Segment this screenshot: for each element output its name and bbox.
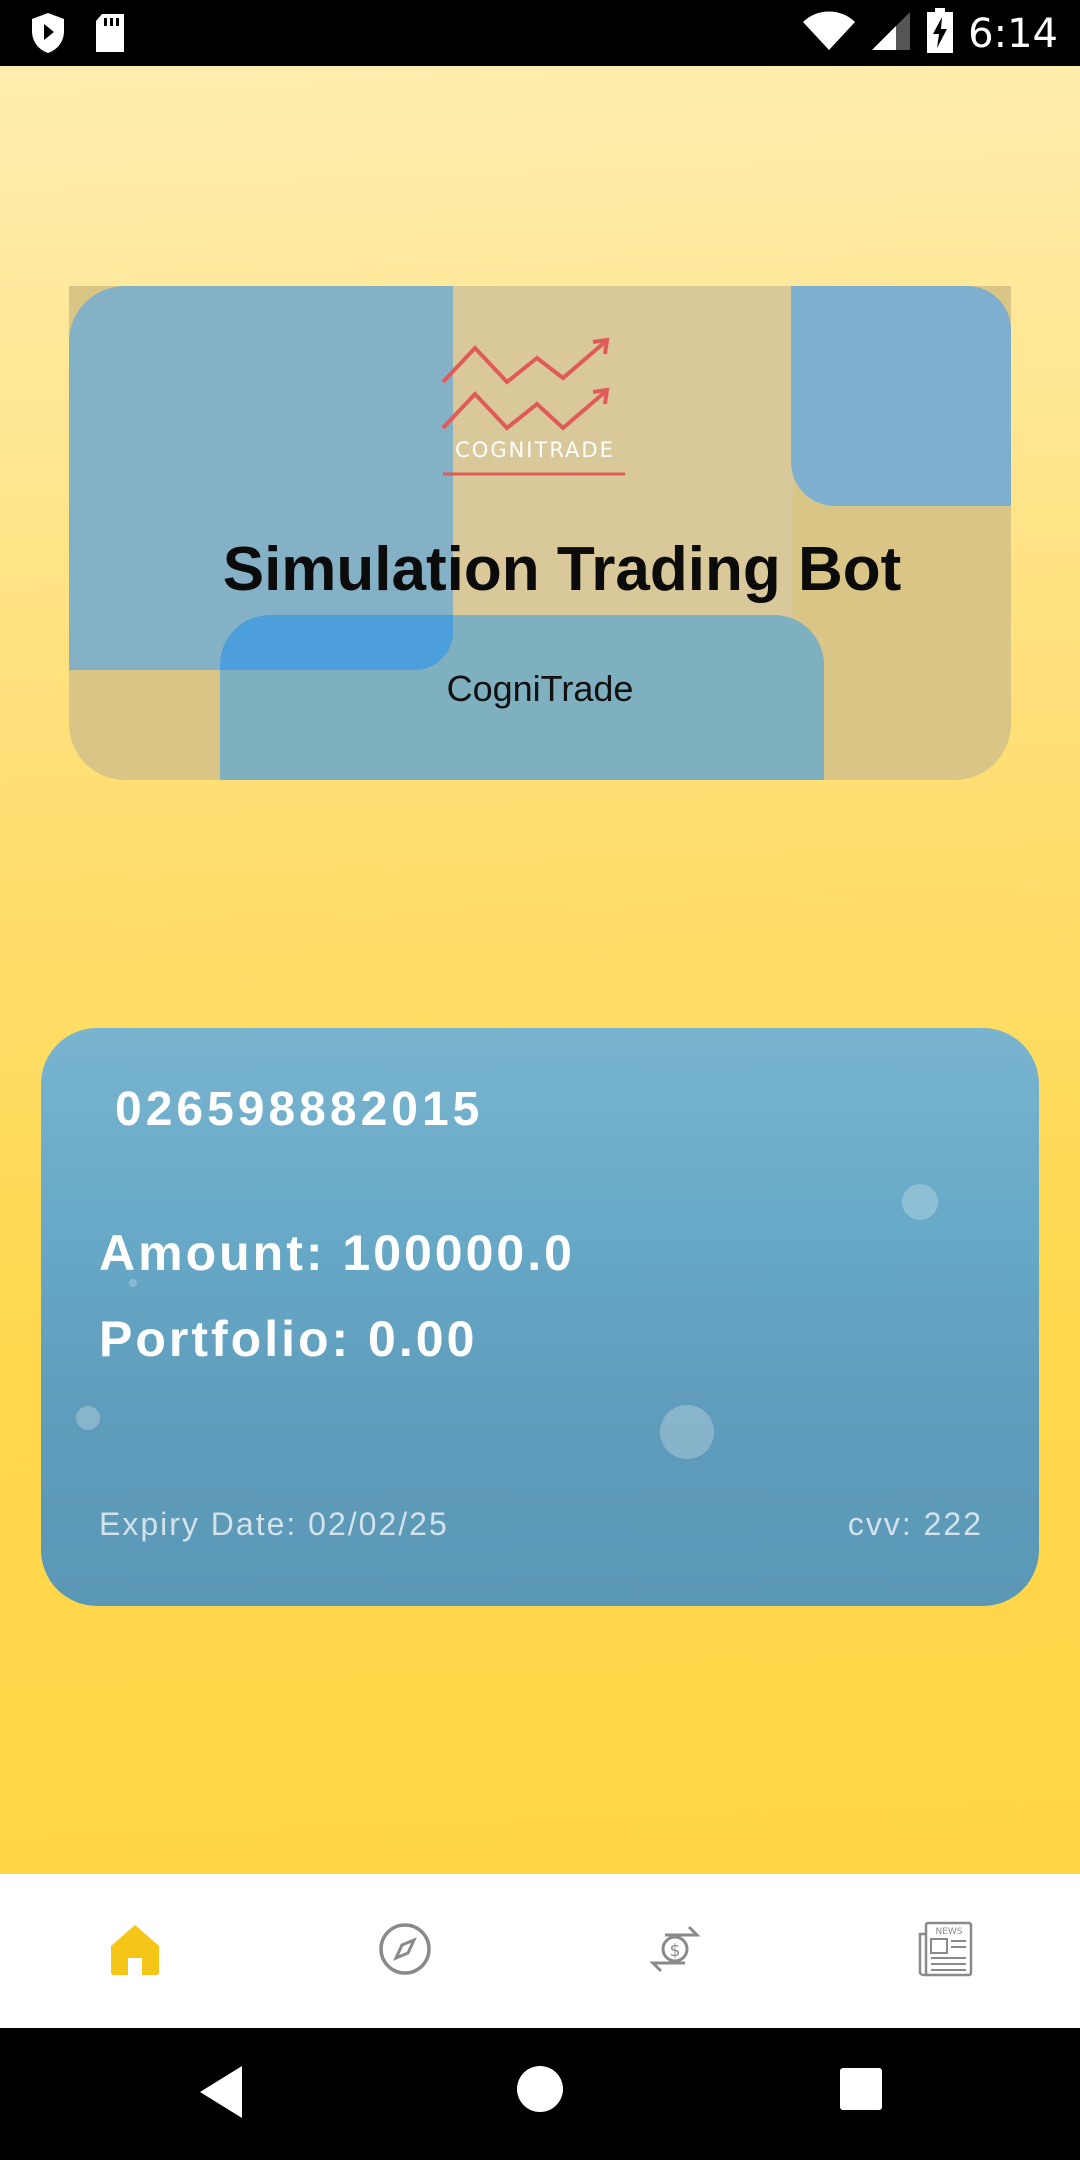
- account-number: 026598882015: [115, 1083, 484, 1136]
- expiry-date: Expiry Date: 02/02/25: [99, 1506, 449, 1542]
- nav-explore[interactable]: [270, 1874, 540, 2028]
- sd-card-icon: [94, 13, 126, 58]
- home-icon: [108, 1922, 162, 1981]
- cognitrade-logo: COGNITRADE: [439, 324, 639, 484]
- wifi-icon: [802, 10, 856, 57]
- nav-home[interactable]: [0, 1874, 270, 2028]
- portfolio-text: Portfolio: 0.00: [99, 1311, 478, 1367]
- nav-trade[interactable]: $: [540, 1874, 810, 2028]
- hero-tile: [69, 286, 453, 670]
- amount-text: Amount: 100000.0: [99, 1225, 575, 1281]
- decor-bubble: [660, 1405, 714, 1459]
- decor-bubble: [76, 1406, 100, 1430]
- system-navigation-bar: [0, 2028, 1080, 2160]
- news-icon: NEWS: [916, 1920, 974, 1983]
- shield-icon: [30, 12, 66, 59]
- logo-wordmark: COGNITRADE: [455, 438, 615, 462]
- signal-icon: [870, 10, 912, 57]
- app-title: Simulation Trading Bot: [222, 535, 902, 604]
- battery-charging-icon: [926, 8, 954, 59]
- home-circle-icon[interactable]: [515, 2064, 565, 2119]
- exchange-dollar-icon: $: [643, 1921, 707, 1982]
- account-card[interactable]: 026598882015 Amount: 100000.0 Portfolio:…: [41, 1028, 1039, 1606]
- back-icon[interactable]: [198, 2064, 246, 2125]
- svg-text:NEWS: NEWS: [935, 1927, 962, 1937]
- recents-icon[interactable]: [838, 2066, 884, 2117]
- nav-news[interactable]: NEWS: [810, 1874, 1080, 2028]
- hero-tile: [220, 615, 453, 670]
- bottom-navigation: $ NEWS: [0, 1874, 1080, 2028]
- svg-text:$: $: [670, 1941, 681, 1961]
- status-time: 6:14: [968, 10, 1058, 57]
- app-subtitle: CogniTrade: [446, 668, 634, 709]
- status-bar: 6:14: [0, 0, 1080, 66]
- compass-icon: [377, 1921, 433, 1982]
- home-screen: COGNITRADE Simulation Trading Bot CogniT…: [0, 66, 1080, 1874]
- hero-tile: [791, 286, 1011, 506]
- cvv-text: cvv: 222: [847, 1506, 983, 1542]
- decor-bubble: [902, 1184, 938, 1220]
- hero-banner: COGNITRADE Simulation Trading Bot CogniT…: [69, 286, 1011, 780]
